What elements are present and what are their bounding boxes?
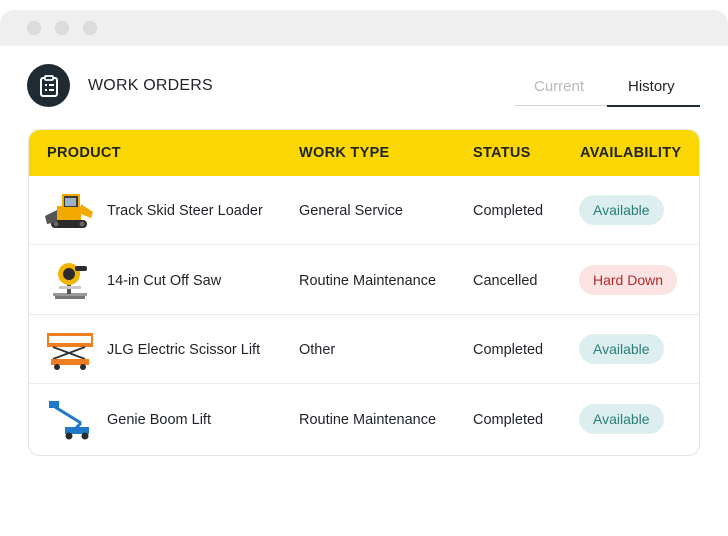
product-name: JLG Electric Scissor Lift xyxy=(107,342,261,358)
availability-badge: Hard Down xyxy=(579,265,678,295)
status: Completed xyxy=(473,412,544,428)
availability-badge: Available xyxy=(579,195,664,225)
active-tab-indicator xyxy=(607,105,700,107)
work-type: General Service xyxy=(299,203,403,219)
product-name: Track Skid Steer Loader xyxy=(107,203,263,219)
tab-history[interactable]: History xyxy=(628,78,675,95)
work-orders-table: PRODUCT WORK TYPE STATUS AVAILABILITY Tr… xyxy=(28,129,700,456)
tab-current[interactable]: Current xyxy=(534,78,584,95)
tab-bar: Current History xyxy=(515,70,700,107)
clipboard-icon xyxy=(27,64,70,107)
window-close-dot[interactable] xyxy=(27,21,41,35)
window-minimize-dot[interactable] xyxy=(55,21,69,35)
table-row[interactable]: Genie Boom Lift Routine Maintenance Comp… xyxy=(29,385,699,454)
availability-badge: Available xyxy=(579,404,664,434)
column-header-product[interactable]: PRODUCT xyxy=(47,145,121,161)
window-maximize-dot[interactable] xyxy=(83,21,97,35)
table-row[interactable]: JLG Electric Scissor Lift Other Complete… xyxy=(29,315,699,384)
product-name: 14-in Cut Off Saw xyxy=(107,273,222,289)
work-type: Routine Maintenance xyxy=(299,412,437,428)
boom-lift-image xyxy=(49,401,89,440)
cut-off-saw-image xyxy=(53,263,87,299)
work-type: Routine Maintenance xyxy=(299,273,437,289)
column-header-availability[interactable]: AVAILABILITY xyxy=(580,145,681,161)
scissor-lift-image xyxy=(47,333,93,370)
skid-steer-loader-image xyxy=(45,194,93,228)
page-title: WORK ORDERS xyxy=(88,77,213,94)
column-header-status[interactable]: STATUS xyxy=(473,145,531,161)
table-row[interactable]: Track Skid Steer Loader General Service … xyxy=(29,176,699,245)
window-title-bar xyxy=(0,10,728,46)
table-header: PRODUCT WORK TYPE STATUS AVAILABILITY xyxy=(29,130,699,176)
status: Completed xyxy=(473,203,544,219)
table-row[interactable]: 14-in Cut Off Saw Routine Maintenance Ca… xyxy=(29,246,699,315)
work-type: Other xyxy=(299,342,336,358)
availability-badge: Available xyxy=(579,334,664,364)
status: Completed xyxy=(473,342,544,358)
product-name: Genie Boom Lift xyxy=(107,412,211,428)
column-header-work-type[interactable]: WORK TYPE xyxy=(299,145,390,161)
status: Cancelled xyxy=(473,273,538,289)
